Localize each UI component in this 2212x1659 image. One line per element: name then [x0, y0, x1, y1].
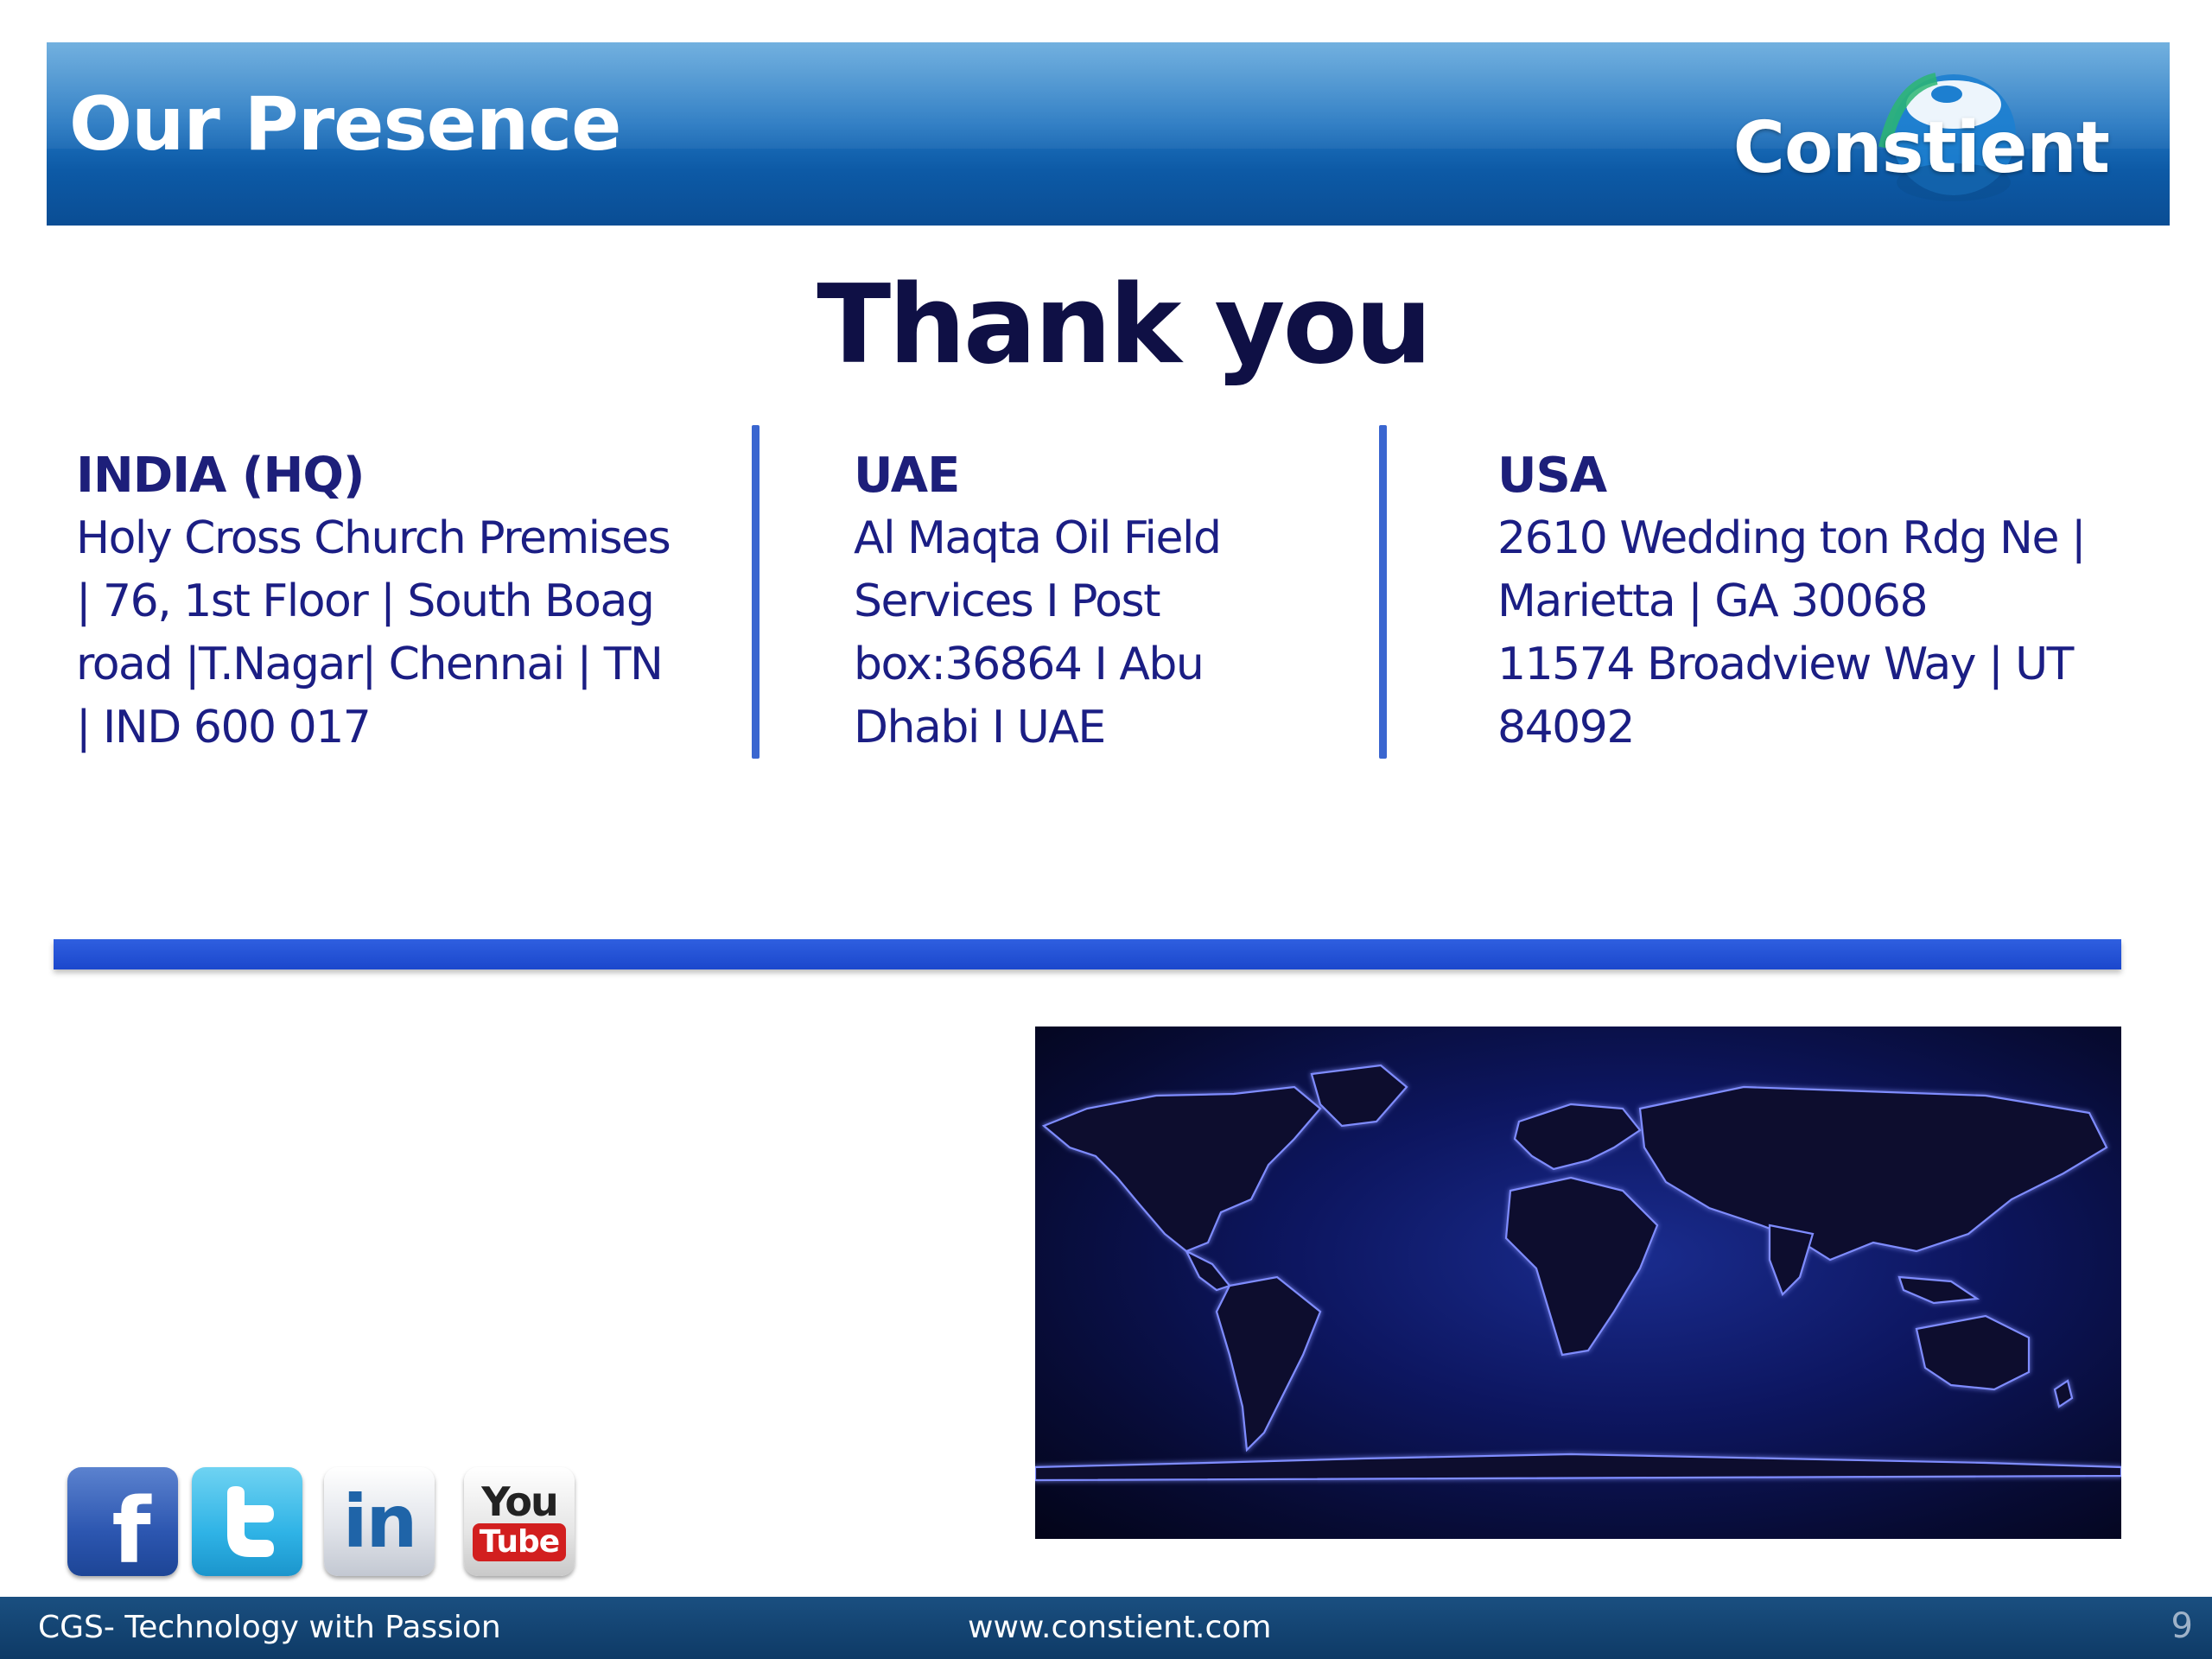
facebook-icon[interactable]: f	[67, 1467, 178, 1576]
linkedin-icon[interactable]: in	[324, 1467, 435, 1576]
address-line: Marietta | GA 30068	[1497, 575, 1929, 627]
address-line: | IND 600 017	[76, 702, 372, 753]
office-address: Holy Cross Church Premises | 76, 1st Flo…	[76, 507, 671, 760]
office-name: USA	[1497, 448, 1607, 504]
column-separator	[1379, 425, 1387, 759]
office-name: INDIA (HQ)	[76, 448, 365, 504]
address-line: 84092	[1497, 702, 1635, 753]
twitter-glyph	[192, 1467, 302, 1576]
constient-logo: Constient	[1733, 53, 2118, 226]
facebook-letter: f	[111, 1478, 151, 1584]
slide-footer: CGS- Technology with Passion www.constie…	[0, 1597, 2212, 1659]
address-line: 11574 Broadview Way | UT	[1497, 639, 2074, 690]
footer-website[interactable]: www.constient.com	[968, 1611, 1271, 1645]
linkedin-letters: in	[342, 1479, 418, 1564]
section-divider	[54, 939, 2121, 969]
youtube-glyph: You Tube	[464, 1467, 575, 1576]
youtube-icon[interactable]: You Tube	[464, 1467, 575, 1576]
address-line: box:36864 I Abu	[854, 639, 1205, 690]
youtube-you: You	[481, 1478, 558, 1526]
office-address: Al Maqta Oil Field Services I Post box:3…	[854, 507, 1222, 760]
office-name: UAE	[854, 448, 960, 504]
address-line: Al Maqta Oil Field	[854, 512, 1222, 564]
youtube-tube: Tube	[472, 1523, 567, 1561]
logo-wordmark: Constient	[1732, 107, 2110, 189]
world-map-icon	[1035, 1064, 2121, 1482]
linkedin-glyph: in	[324, 1467, 435, 1576]
address-line: Holy Cross Church Premises	[76, 512, 671, 564]
thank-you-heading: Thank you	[817, 261, 1432, 388]
office-uae: UAE Al Maqta Oil Field Services I Post b…	[854, 445, 1222, 760]
world-map-image	[1035, 1027, 2121, 1539]
page-number: 9	[2171, 1606, 2193, 1646]
address-line: Services I Post	[854, 575, 1160, 627]
header-banner: Our Presence Constient	[47, 42, 2170, 226]
footer-tagline: CGS- Technology with Passion	[38, 1610, 501, 1645]
office-address: 2610 Wedding ton Rdg Ne | Marietta | GA …	[1497, 507, 2087, 760]
office-usa: USA 2610 Wedding ton Rdg Ne | Marietta |…	[1497, 445, 2087, 760]
address-line: Dhabi I UAE	[854, 702, 1106, 753]
twitter-icon[interactable]	[192, 1467, 302, 1576]
office-india: INDIA (HQ) Holy Cross Church Premises | …	[76, 445, 671, 760]
address-line: | 76, 1st Floor | South Boag	[76, 575, 655, 627]
address-line: road |T.Nagar| Chennai | TN	[76, 639, 664, 690]
slide-title: Our Presence	[69, 81, 622, 168]
twitter-bird-icon	[227, 1486, 274, 1557]
facebook-glyph: f	[67, 1467, 178, 1576]
column-separator	[752, 425, 760, 759]
address-line: 2610 Wedding ton Rdg Ne |	[1497, 512, 2087, 564]
